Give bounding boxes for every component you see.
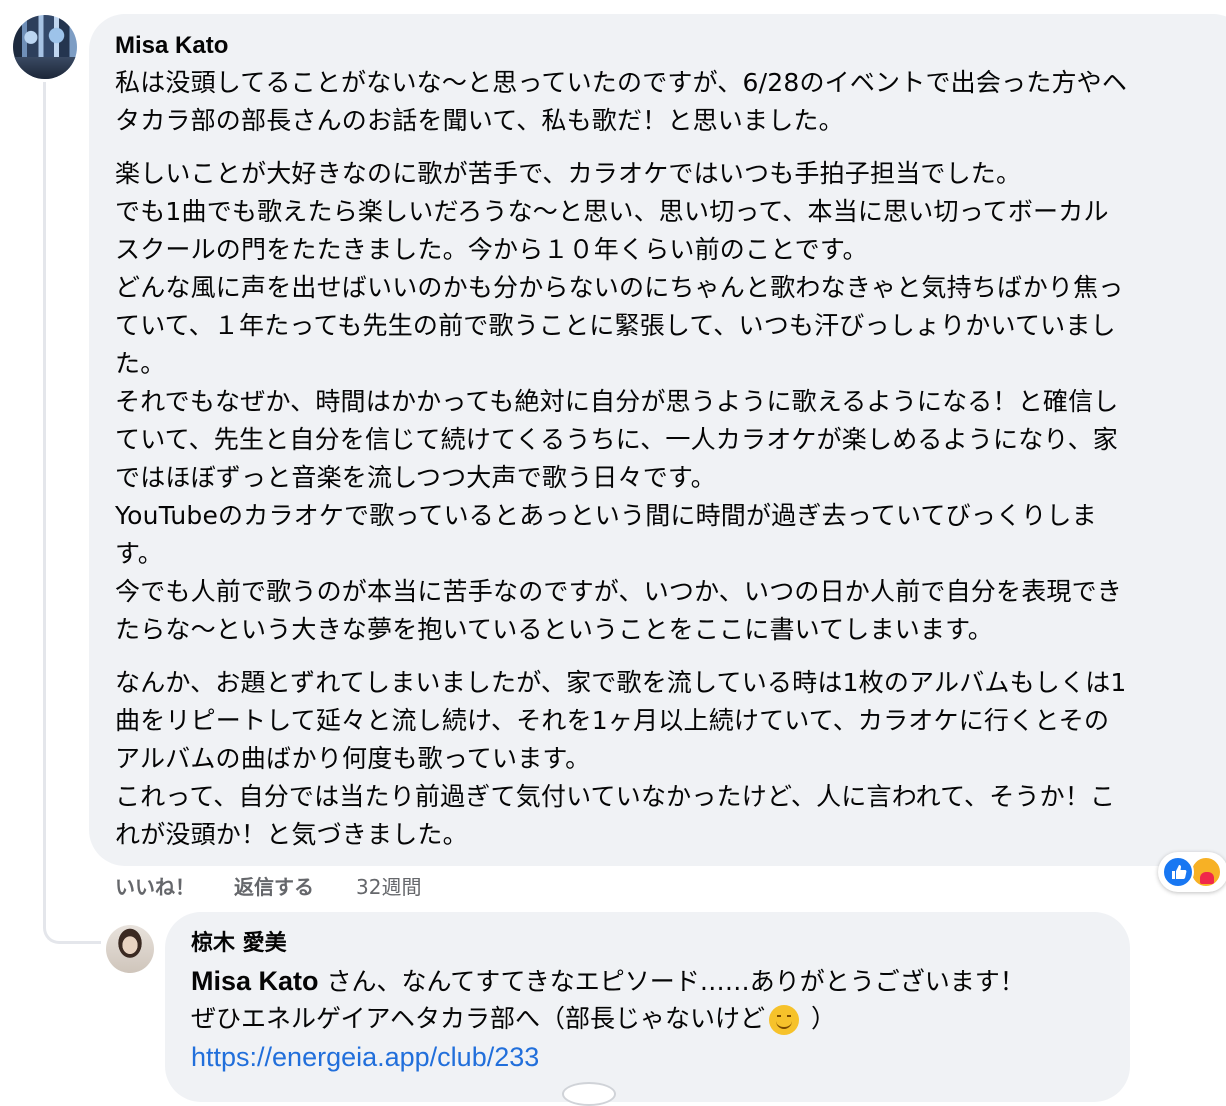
reply-text: さん、なんてすてきなエピソード……ありがとうございます！	[318, 967, 1025, 996]
avatar-reply-author[interactable]	[106, 925, 154, 973]
comment-text-line: これって、自分では当たり前過ぎて気付いていなかったけど、人に言われて、そうか！こ	[115, 782, 1116, 811]
comment-text-line: 私は没頭してることがないな〜と思っていたのですが、6/28のイベントで出会った方…	[115, 68, 1128, 97]
reaction-summary[interactable]	[1158, 852, 1226, 892]
reply-text: ）	[803, 1004, 836, 1033]
comment-text-line: 今でも人前で歌うのが本当に苦手なのですが、いつか、いつの日か人前で自分を表現でき	[115, 577, 1123, 606]
comment-text-line: す。	[115, 539, 163, 568]
reply-text-line: ぜひエネルゲイアヘタカラ部へ（部長じゃないけど ）	[191, 1000, 836, 1038]
comment-text-line: YouTubeのカラオケで歌っているとあっという間に時間が過ぎ去っていてびっくり…	[115, 501, 1097, 530]
care-icon	[1190, 856, 1222, 888]
like-button[interactable]: いいね！	[115, 872, 195, 902]
comment-text-line: どんな風に声を出せばいいのかも分からないのにちゃんと歌わなきゃと気持ちばかり焦っ	[115, 273, 1124, 302]
reply-button[interactable]: 返信する	[234, 872, 314, 902]
comment-timestamp[interactable]: 32週間	[356, 872, 421, 902]
mention-link[interactable]: Misa Kato	[191, 966, 319, 996]
comment-text-line: た。	[115, 349, 166, 378]
like-icon	[1162, 856, 1194, 888]
comment-text-line: ていて、先生と自分を信じて続けてくるうちに、一人カラオケが楽しめるようになり、家	[115, 425, 1119, 454]
comment-text-line: たらな〜という大きな夢を抱いているということをここに書いてしまいます。	[115, 615, 994, 644]
smiling-face-emoji-icon	[769, 1005, 800, 1035]
avatar-misa-kato[interactable]	[13, 15, 77, 79]
comment-text-line: タカラ部の部長さんのお話を聞いて、私も歌だ！と思いました。	[115, 106, 844, 135]
reply-author-name[interactable]: 椋木 愛美	[191, 928, 287, 960]
comment-author-name[interactable]: Misa Kato	[115, 28, 228, 64]
comment-text-line: なんか、お題とずれてしまいましたが、家で歌を流している時は1枚のアルバムもしくは…	[115, 668, 1127, 697]
reply-text-line: https://energeia.app/club/233	[191, 1038, 539, 1077]
comment-text-line: れが没頭か！と気づきました。	[115, 820, 468, 849]
reply-text: ぜひエネルゲイアヘタカラ部へ（部長じゃないけど	[191, 1004, 766, 1033]
comment-text-line: 曲をリピートして延々と流し続け、それを1ヶ月以上続けていて、カラオケに行くとその	[115, 706, 1110, 735]
comment-text-line: スクールの門をたたきました。今から１０年くらい前のことです。	[115, 235, 868, 264]
comment-text-line: でも1曲でも歌えたら楽しいだろうな〜と思い、思い切って、本当に思い切ってボーカル	[115, 197, 1109, 226]
reply-text-line: Misa Kato さん、なんてすてきなエピソード……ありがとうございます！	[191, 962, 1025, 1001]
comment-text-line: アルバムの曲ばかり何度も歌っています。	[115, 744, 591, 773]
comment-text-line: 楽しいことが大好きなのに歌が苦手で、カラオケではいつも手拍子担当でした。	[115, 159, 1022, 188]
comment-text-line: それでもなぜか、時間はかかっても絶対に自分が思うように歌えるようになる！と確信し	[115, 387, 1119, 416]
comment-text-line: ではほぼずっと音楽を流しつつ大声で歌う日々です。	[115, 463, 716, 492]
comment-text-line: ていて、１年たっても先生の前で歌うことに緊張して、いつも汗びっしょりかいていまし	[115, 311, 1116, 340]
more-replies-indicator[interactable]	[562, 1082, 616, 1106]
club-link[interactable]: https://energeia.app/club/233	[191, 1042, 539, 1072]
